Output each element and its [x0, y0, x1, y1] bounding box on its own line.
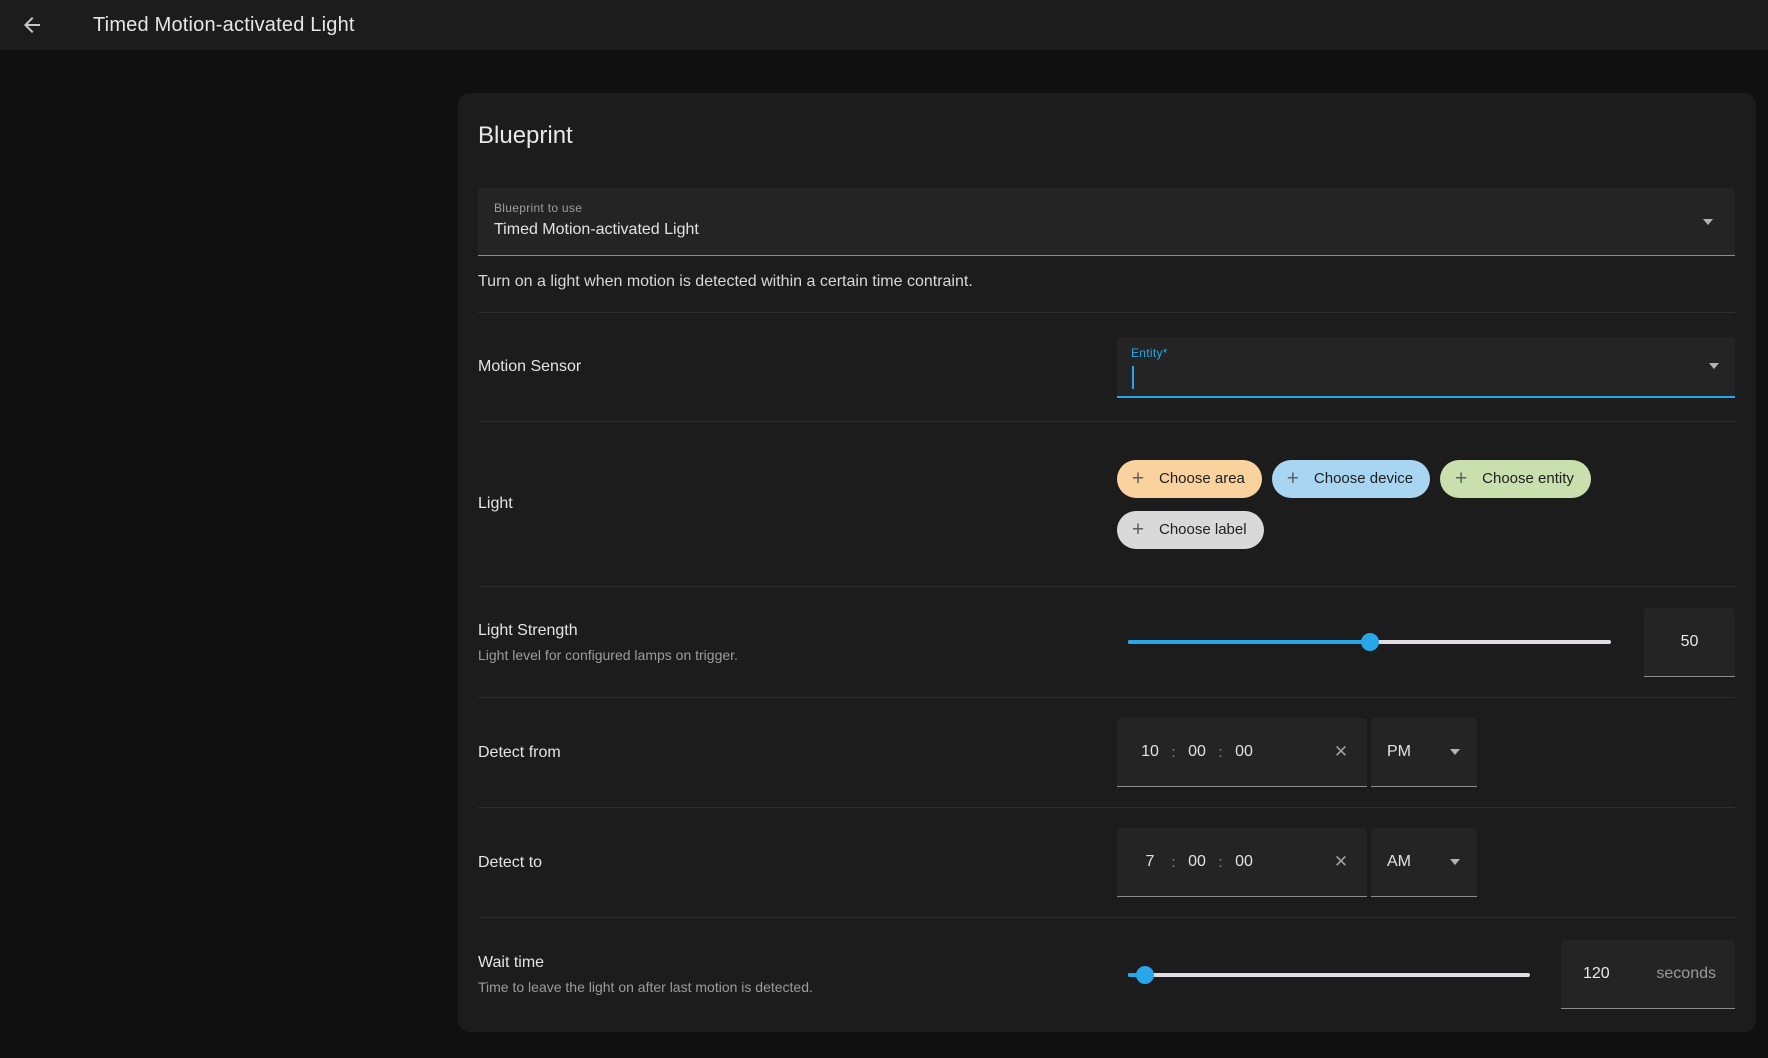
blueprint-card: Blueprint Blueprint to use Timed Motion-… [458, 93, 1756, 1032]
light-strength-slider[interactable] [1128, 632, 1611, 652]
chip-label: Choose entity [1482, 470, 1574, 487]
light-strength-description: Light level for configured lamps on trig… [478, 647, 1087, 663]
slider-knob[interactable] [1136, 966, 1154, 984]
choose-area-chip[interactable]: Choose area [1117, 460, 1262, 498]
meridiem-value: AM [1387, 853, 1411, 871]
row-motion-sensor: Motion Sensor Entity* [478, 312, 1735, 421]
wait-time-value: 120 [1583, 965, 1610, 983]
app-bar: Timed Motion-activated Light [0, 0, 1768, 50]
light-strength-label: Light Strength [478, 622, 1087, 640]
hours-input[interactable]: 7 [1135, 853, 1165, 871]
detect-from-time-input[interactable]: 10 : 00 : 00 [1117, 718, 1367, 787]
time-separator: : [1165, 854, 1182, 871]
detect-to-time-input[interactable]: 7 : 00 : 00 [1117, 828, 1367, 897]
detect-from-label: Detect from [478, 744, 1087, 762]
plus-icon [1452, 470, 1470, 488]
row-wait-time: Wait time Time to leave the light on aft… [478, 917, 1735, 1031]
seconds-input[interactable]: 00 [1229, 853, 1259, 871]
choose-device-chip[interactable]: Choose device [1272, 460, 1430, 498]
clear-time-icon[interactable] [1329, 740, 1353, 764]
time-separator: : [1212, 854, 1229, 871]
wait-time-value-box[interactable]: 120 seconds [1561, 940, 1735, 1009]
slider-track[interactable] [1128, 973, 1530, 977]
choose-label-chip[interactable]: Choose label [1117, 511, 1264, 549]
plus-icon [1129, 470, 1147, 488]
card-title: Blueprint [478, 119, 1735, 152]
chevron-down-icon [1703, 219, 1713, 225]
motion-sensor-label: Motion Sensor [478, 358, 1087, 376]
time-separator: : [1165, 744, 1182, 761]
chevron-down-icon [1450, 749, 1460, 755]
detect-to-meridiem-select[interactable]: AM [1371, 828, 1477, 897]
detect-from-meridiem-select[interactable]: PM [1371, 718, 1477, 787]
chip-label: Choose area [1159, 470, 1245, 487]
back-button[interactable] [8, 1, 56, 49]
seconds-input[interactable]: 00 [1229, 743, 1259, 761]
meridiem-value: PM [1387, 743, 1411, 761]
wait-time-label: Wait time [478, 954, 1087, 972]
page-title: Timed Motion-activated Light [93, 14, 355, 37]
text-cursor [1132, 366, 1134, 389]
row-light: Light Choose area Choose device Choose e… [478, 421, 1735, 586]
row-detect-to: Detect to 7 : 00 : 00 AM [478, 807, 1735, 917]
row-light-strength: Light Strength Light level for configure… [478, 586, 1735, 697]
chevron-down-icon[interactable] [1709, 363, 1719, 369]
slider-fill [1128, 640, 1370, 644]
time-separator: : [1212, 744, 1229, 761]
light-strength-value-box[interactable]: 50 [1644, 608, 1735, 677]
chevron-down-icon [1450, 859, 1460, 865]
chip-label: Choose label [1159, 521, 1247, 538]
slider-knob[interactable] [1361, 633, 1379, 651]
light-label: Light [478, 495, 1087, 513]
hours-input[interactable]: 10 [1135, 743, 1165, 761]
arrow-left-icon [20, 13, 44, 37]
clear-time-icon[interactable] [1329, 850, 1353, 874]
minutes-input[interactable]: 00 [1182, 743, 1212, 761]
choose-entity-chip[interactable]: Choose entity [1440, 460, 1591, 498]
plus-icon [1284, 470, 1302, 488]
blueprint-description: Turn on a light when motion is detected … [478, 272, 1735, 291]
target-chips: Choose area Choose device Choose entity … [1117, 460, 1735, 549]
plus-icon [1129, 521, 1147, 539]
wait-time-description: Time to leave the light on after last mo… [478, 979, 1087, 995]
light-strength-value: 50 [1681, 633, 1699, 651]
entity-input-label: Entity* [1131, 346, 1719, 360]
blueprint-select-value: Timed Motion-activated Light [494, 221, 1719, 239]
minutes-input[interactable]: 00 [1182, 853, 1212, 871]
blueprint-select[interactable]: Blueprint to use Timed Motion-activated … [478, 188, 1735, 256]
blueprint-select-label: Blueprint to use [494, 201, 1719, 215]
wait-time-slider[interactable] [1128, 965, 1530, 985]
wait-time-unit: seconds [1656, 965, 1716, 983]
chip-label: Choose device [1314, 470, 1413, 487]
row-detect-from: Detect from 10 : 00 : 00 PM [478, 697, 1735, 807]
detect-to-label: Detect to [478, 854, 1087, 872]
entity-input[interactable]: Entity* [1117, 337, 1735, 398]
